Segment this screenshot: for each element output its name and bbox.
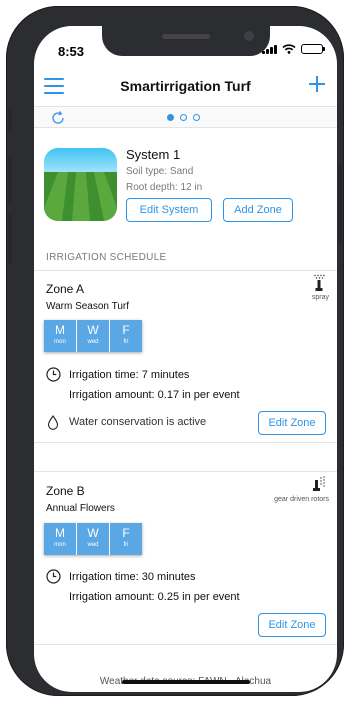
spray-head-icon: [314, 274, 325, 291]
day-chip: Mmon: [44, 523, 76, 555]
nav-bar: Smartirrigation Turf: [34, 68, 337, 104]
irrigation-amount: Irrigation amount: 0.17 in per event: [69, 389, 240, 401]
zone-name: Zone B: [46, 484, 85, 498]
zone-name: Zone A: [46, 282, 85, 296]
schedule-heading: IRRIGATION SCHEDULE: [46, 252, 167, 263]
mute-switch: [8, 106, 12, 132]
page-indicator: [167, 114, 200, 121]
phone-frame: 8:53 Smartirrigation Turf System 1 Soil …: [6, 6, 344, 696]
add-zone-button[interactable]: Add Zone: [223, 198, 293, 222]
page-dot[interactable]: [193, 114, 200, 121]
page-dot[interactable]: [180, 114, 187, 121]
speaker: [162, 34, 210, 39]
edit-zone-button[interactable]: Edit Zone: [258, 613, 326, 637]
conservation-note: Water conservation is active: [69, 416, 207, 428]
status-icons: [262, 44, 325, 54]
wifi-icon: [282, 44, 296, 54]
volume-up-button: [8, 154, 12, 204]
refresh-icon[interactable]: [50, 110, 66, 126]
irrigation-time: Irrigation time: 30 minutes: [69, 571, 196, 583]
irrigation-amount: Irrigation amount: 0.25 in per event: [69, 591, 240, 603]
divider: [34, 442, 337, 443]
edit-system-button[interactable]: Edit System: [126, 198, 212, 222]
add-icon[interactable]: [307, 74, 327, 94]
edit-zone-button[interactable]: Edit Zone: [258, 411, 326, 435]
volume-down-button: [8, 214, 12, 264]
day-chip: Wwed: [77, 523, 109, 555]
day-chip: Ffri: [110, 320, 142, 352]
gear-rotor-icon: [313, 476, 325, 491]
divider: [34, 471, 337, 472]
battery-icon: [301, 44, 325, 54]
screen: 8:53 Smartirrigation Turf System 1 Soil …: [34, 26, 337, 692]
status-time: 8:53: [58, 44, 85, 59]
day-chip: Wwed: [77, 320, 109, 352]
system-name: System 1: [126, 147, 181, 162]
clock-icon: [46, 367, 61, 382]
camera: [244, 31, 254, 41]
page-title: Smartirrigation Turf: [120, 78, 251, 94]
device-type-label: spray: [311, 294, 329, 301]
day-chip: Ffri: [110, 523, 142, 555]
page-dot[interactable]: [167, 114, 174, 121]
home-indicator[interactable]: [122, 680, 250, 684]
notch: [102, 26, 270, 56]
divider: [34, 644, 337, 645]
soil-type: Soil type: Sand: [126, 166, 194, 177]
power-button: [338, 166, 342, 244]
watering-days: Mmon Wwed Ffri: [44, 320, 142, 352]
root-depth: Root depth: 12 in: [126, 182, 203, 193]
clock-icon: [46, 569, 61, 584]
pager-bar: [34, 106, 337, 128]
zone-plant-type: Warm Season Turf: [46, 301, 129, 312]
day-chip: Mmon: [44, 320, 76, 352]
watering-days: Mmon Wwed Ffri: [44, 523, 142, 555]
signal-icon: [262, 44, 277, 54]
zone-plant-type: Annual Flowers: [46, 503, 115, 514]
device-type-label: gear driven rotors: [274, 496, 329, 503]
divider: [34, 270, 337, 271]
menu-icon[interactable]: [44, 78, 64, 94]
irrigation-time: Irrigation time: 7 minutes: [69, 369, 190, 381]
water-drop-icon: [47, 415, 59, 430]
system-turf-image: [44, 148, 117, 221]
